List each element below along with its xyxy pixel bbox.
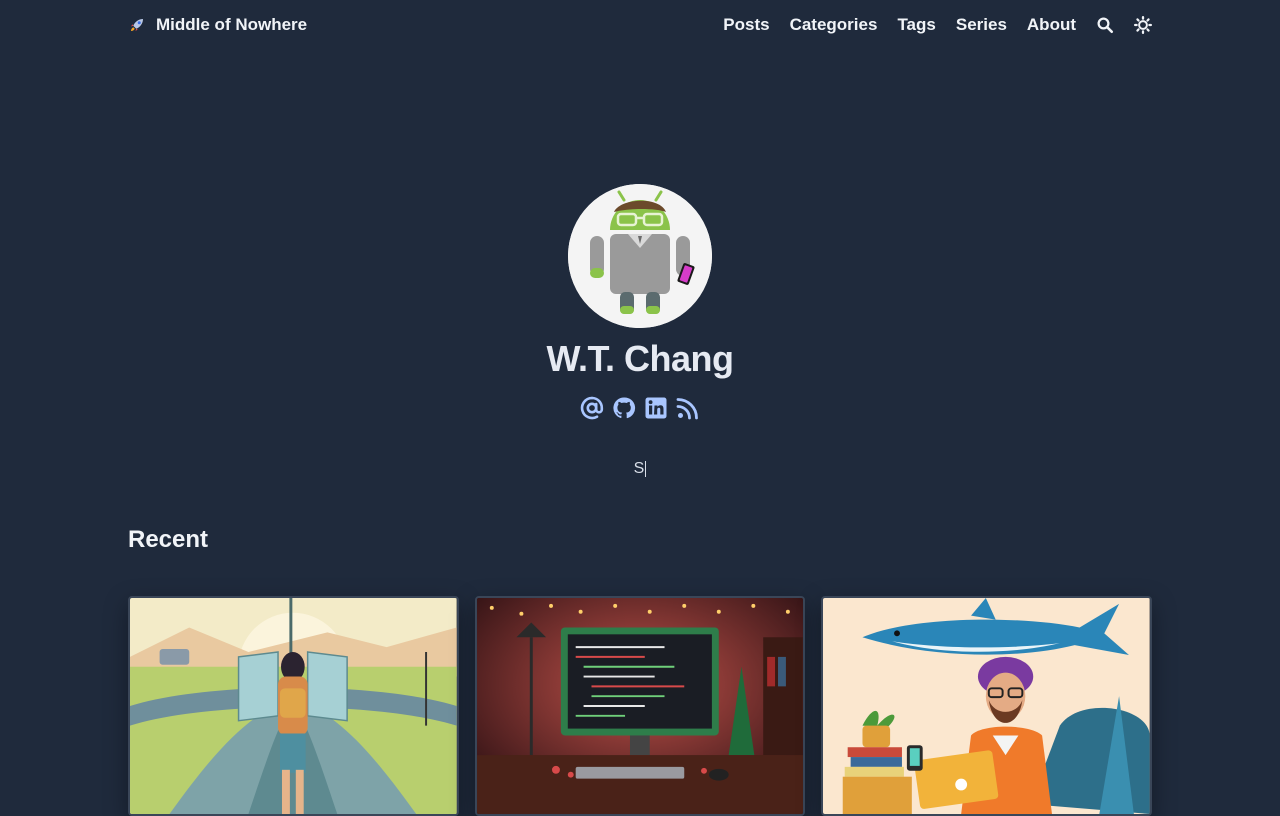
crossroads-map-illustration <box>130 598 457 814</box>
email-icon[interactable] <box>580 396 604 420</box>
rocket-icon <box>128 16 146 34</box>
nav-categories[interactable]: Categories <box>790 15 878 35</box>
recent-post-card[interactable] <box>474 596 806 816</box>
profile-section: W.T. Chang S <box>0 184 1280 478</box>
typing-cursor <box>645 461 647 477</box>
profile-name: W.T. Chang <box>546 338 735 379</box>
site-title: Middle of Nowhere <box>156 15 308 34</box>
social-links <box>580 396 700 420</box>
typed-tagline: S <box>634 460 647 478</box>
nav-series[interactable]: Series <box>956 15 1007 35</box>
recent-heading: Recent <box>128 526 209 553</box>
nav-about[interactable]: About <box>1027 15 1076 35</box>
typed-text: S <box>633 460 645 477</box>
recent-post-card[interactable] <box>821 596 1153 816</box>
nav-posts[interactable]: Posts <box>723 15 769 35</box>
sun-icon[interactable] <box>1134 16 1152 34</box>
site-header: Middle of Nowhere Posts Categories Tags … <box>0 0 1280 54</box>
recent-post-card[interactable] <box>128 596 459 816</box>
christmas-coding-desk-illustration <box>476 598 804 814</box>
linkedin-icon[interactable] <box>644 396 668 420</box>
github-icon[interactable] <box>612 396 636 420</box>
nav-tags[interactable]: Tags <box>897 15 935 35</box>
shark-developer-illustration <box>823 598 1151 814</box>
main-nav: Posts Categories Tags Series About <box>723 15 1152 35</box>
rss-icon[interactable] <box>676 396 700 420</box>
recent-cards <box>128 596 1153 816</box>
avatar <box>568 184 712 328</box>
search-icon[interactable] <box>1096 16 1114 34</box>
site-home-link[interactable]: Middle of Nowhere <box>128 15 307 35</box>
